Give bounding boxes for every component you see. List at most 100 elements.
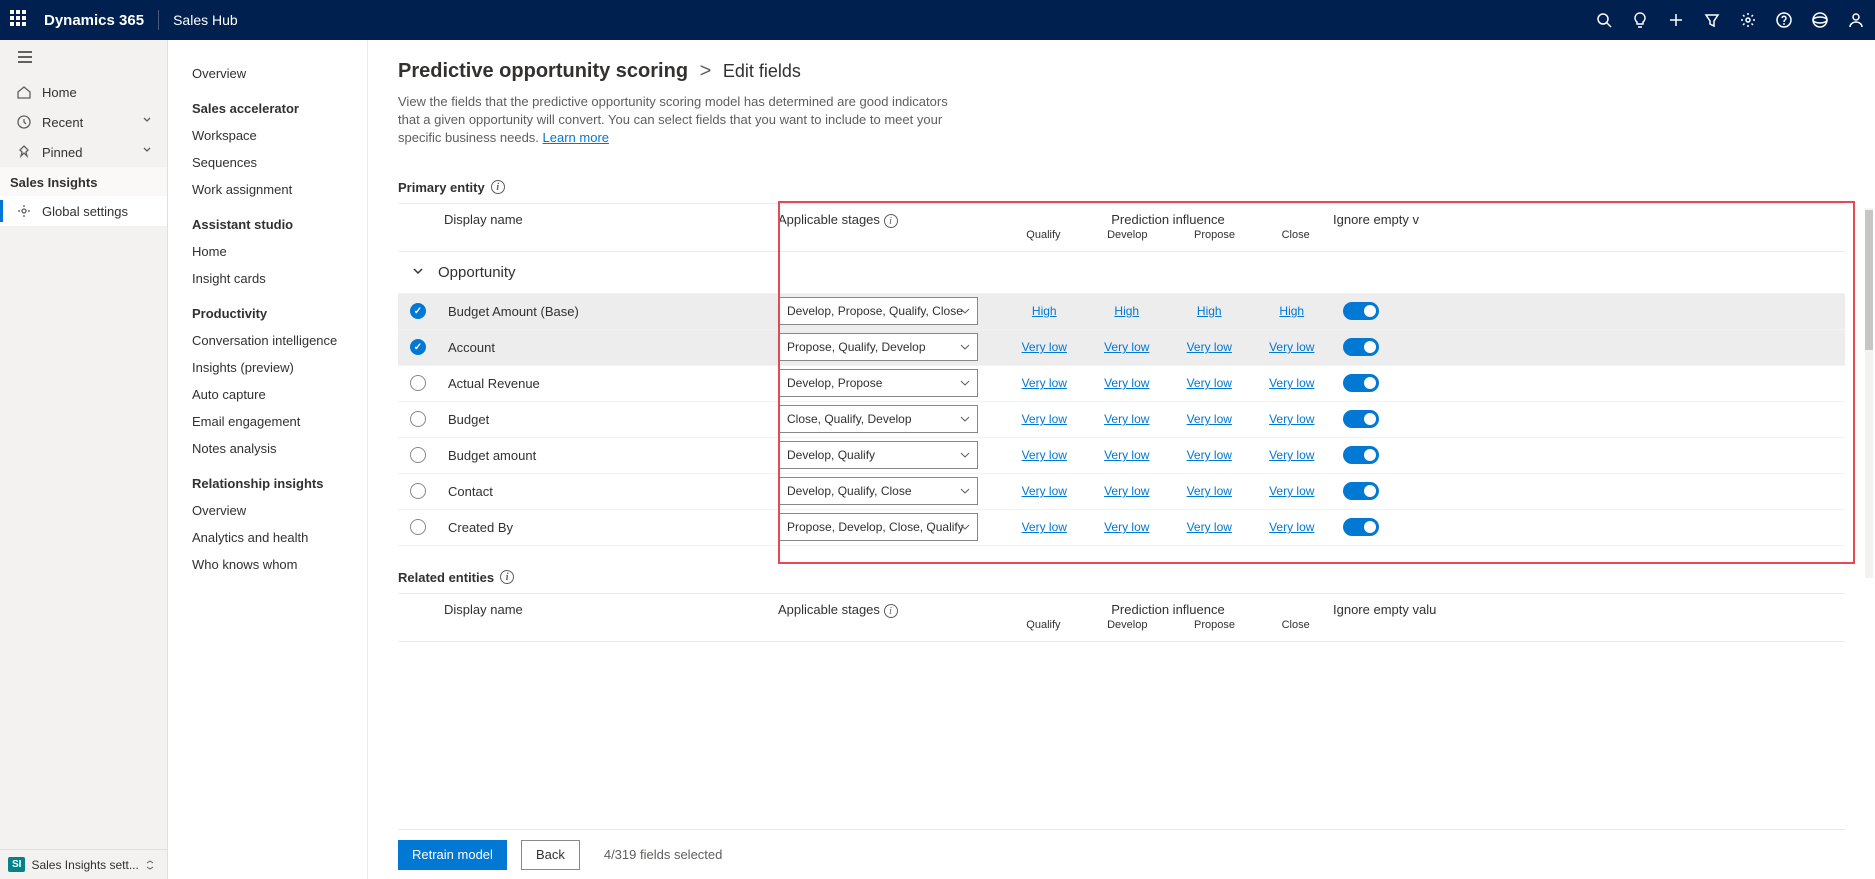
- ignore-empty-toggle[interactable]: [1343, 374, 1379, 392]
- subnav-email-engage[interactable]: Email engagement: [168, 408, 367, 435]
- plus-icon[interactable]: [1667, 11, 1685, 29]
- col-display-name[interactable]: Display name: [438, 594, 778, 617]
- search-icon[interactable]: [1595, 11, 1613, 29]
- table-row[interactable]: AccountPropose, Qualify, DevelopVery low…: [398, 330, 1845, 366]
- table-row[interactable]: Actual RevenueDevelop, ProposeVery lowVe…: [398, 366, 1845, 402]
- influence-link-close[interactable]: Very low: [1269, 520, 1314, 534]
- ignore-empty-toggle[interactable]: [1343, 338, 1379, 356]
- influence-link-close[interactable]: Very low: [1269, 340, 1314, 354]
- col-applicable-stages[interactable]: Applicable stages i: [778, 204, 1003, 229]
- crumb-root[interactable]: Predictive opportunity scoring: [398, 60, 688, 82]
- nav-recent[interactable]: Recent: [0, 107, 167, 137]
- ignore-empty-toggle[interactable]: [1343, 518, 1379, 536]
- table-row[interactable]: Budget Amount (Base)Develop, Propose, Qu…: [398, 294, 1845, 330]
- nav-global-settings[interactable]: Global settings: [0, 196, 167, 226]
- influence-link-close[interactable]: Very low: [1269, 412, 1314, 426]
- influence-link-develop[interactable]: Very low: [1104, 412, 1149, 426]
- influence-link-close[interactable]: Very low: [1269, 376, 1314, 390]
- app-name[interactable]: Sales Hub: [173, 12, 238, 28]
- col-applicable-stages[interactable]: Applicable stages i: [778, 594, 1003, 619]
- influence-link-propose[interactable]: Very low: [1187, 448, 1232, 462]
- bulb-icon[interactable]: [1631, 11, 1649, 29]
- row-checkbox[interactable]: [410, 303, 426, 319]
- app-launcher-icon[interactable]: [10, 10, 30, 30]
- influence-link-qualify[interactable]: Very low: [1022, 520, 1067, 534]
- subnav-insights-prev[interactable]: Insights (preview): [168, 354, 367, 381]
- influence-link-qualify[interactable]: Very low: [1022, 340, 1067, 354]
- influence-link-develop[interactable]: Very low: [1104, 340, 1149, 354]
- col-display-name[interactable]: Display name: [438, 204, 778, 227]
- influence-link-qualify[interactable]: High: [1032, 304, 1057, 318]
- info-icon[interactable]: i: [500, 570, 514, 584]
- nav-footer[interactable]: SI Sales Insights sett...: [0, 849, 167, 879]
- influence-link-propose[interactable]: Very low: [1187, 412, 1232, 426]
- row-checkbox[interactable]: [410, 339, 426, 355]
- nav-home[interactable]: Home: [0, 77, 167, 107]
- influence-link-develop[interactable]: Very low: [1104, 484, 1149, 498]
- col-ignore-empty[interactable]: Ignore empty valu: [1333, 594, 1845, 617]
- row-checkbox[interactable]: [410, 447, 426, 463]
- influence-link-qualify[interactable]: Very low: [1022, 484, 1067, 498]
- influence-link-qualify[interactable]: Very low: [1022, 448, 1067, 462]
- learn-more-link[interactable]: Learn more: [543, 130, 609, 145]
- influence-link-develop[interactable]: Very low: [1104, 520, 1149, 534]
- stage-select[interactable]: Propose, Develop, Close, Qualify: [778, 513, 978, 541]
- col-prediction-influence[interactable]: Prediction influence QualifyDevelopPropo…: [1003, 594, 1333, 631]
- influence-link-develop[interactable]: Very low: [1104, 376, 1149, 390]
- info-icon[interactable]: i: [884, 604, 898, 618]
- influence-link-propose[interactable]: Very low: [1187, 520, 1232, 534]
- influence-link-close[interactable]: Very low: [1269, 448, 1314, 462]
- stage-select[interactable]: Develop, Qualify: [778, 441, 978, 469]
- influence-link-qualify[interactable]: Very low: [1022, 412, 1067, 426]
- table-row[interactable]: Created ByPropose, Develop, Close, Quali…: [398, 510, 1845, 546]
- brand-title[interactable]: Dynamics 365: [44, 12, 144, 29]
- influence-link-propose[interactable]: High: [1197, 304, 1222, 318]
- gear-icon[interactable]: [1739, 11, 1757, 29]
- subnav-conv-intel[interactable]: Conversation intelligence: [168, 327, 367, 354]
- influence-link-develop[interactable]: High: [1114, 304, 1139, 318]
- influence-link-propose[interactable]: Very low: [1187, 340, 1232, 354]
- nav-pinned[interactable]: Pinned: [0, 137, 167, 167]
- ignore-empty-toggle[interactable]: [1343, 410, 1379, 428]
- ignore-empty-toggle[interactable]: [1343, 302, 1379, 320]
- hamburger-icon[interactable]: [0, 40, 167, 77]
- influence-link-qualify[interactable]: Very low: [1022, 376, 1067, 390]
- back-button[interactable]: Back: [521, 840, 580, 870]
- scrollbar-thumb[interactable]: [1865, 210, 1873, 350]
- group-row-opportunity[interactable]: Opportunity: [398, 252, 1845, 294]
- subnav-home[interactable]: Home: [168, 238, 367, 265]
- stage-select[interactable]: Propose, Qualify, Develop: [778, 333, 978, 361]
- subnav-analytics-health[interactable]: Analytics and health: [168, 524, 367, 551]
- table-row[interactable]: BudgetClose, Qualify, DevelopVery lowVer…: [398, 402, 1845, 438]
- subnav-overview[interactable]: Overview: [168, 60, 367, 87]
- help-icon[interactable]: [1775, 11, 1793, 29]
- row-checkbox[interactable]: [410, 519, 426, 535]
- subnav-auto-capture[interactable]: Auto capture: [168, 381, 367, 408]
- row-checkbox[interactable]: [410, 411, 426, 427]
- stage-select[interactable]: Develop, Propose, Qualify, Close: [778, 297, 978, 325]
- info-icon[interactable]: i: [491, 180, 505, 194]
- influence-link-propose[interactable]: Very low: [1187, 484, 1232, 498]
- row-checkbox[interactable]: [410, 375, 426, 391]
- subnav-who-knows[interactable]: Who knows whom: [168, 551, 367, 578]
- influence-link-close[interactable]: High: [1279, 304, 1304, 318]
- person-icon[interactable]: [1847, 11, 1865, 29]
- influence-link-close[interactable]: Very low: [1269, 484, 1314, 498]
- info-icon[interactable]: i: [884, 214, 898, 228]
- mixed-reality-icon[interactable]: [1811, 11, 1829, 29]
- subnav-notes-analysis[interactable]: Notes analysis: [168, 435, 367, 462]
- subnav-rel-overview[interactable]: Overview: [168, 497, 367, 524]
- filter-icon[interactable]: [1703, 11, 1721, 29]
- stage-select[interactable]: Develop, Qualify, Close: [778, 477, 978, 505]
- col-ignore-empty[interactable]: Ignore empty v: [1333, 204, 1845, 227]
- vertical-scrollbar[interactable]: [1865, 208, 1873, 578]
- subnav-insight-cards[interactable]: Insight cards: [168, 265, 367, 292]
- influence-link-propose[interactable]: Very low: [1187, 376, 1232, 390]
- subnav-work-assignment[interactable]: Work assignment: [168, 176, 367, 203]
- retrain-model-button[interactable]: Retrain model: [398, 840, 507, 870]
- ignore-empty-toggle[interactable]: [1343, 482, 1379, 500]
- ignore-empty-toggle[interactable]: [1343, 446, 1379, 464]
- table-row[interactable]: Budget amountDevelop, QualifyVery lowVer…: [398, 438, 1845, 474]
- col-prediction-influence[interactable]: Prediction influence Qualify Develop Pro…: [1003, 204, 1333, 241]
- table-row[interactable]: ContactDevelop, Qualify, CloseVery lowVe…: [398, 474, 1845, 510]
